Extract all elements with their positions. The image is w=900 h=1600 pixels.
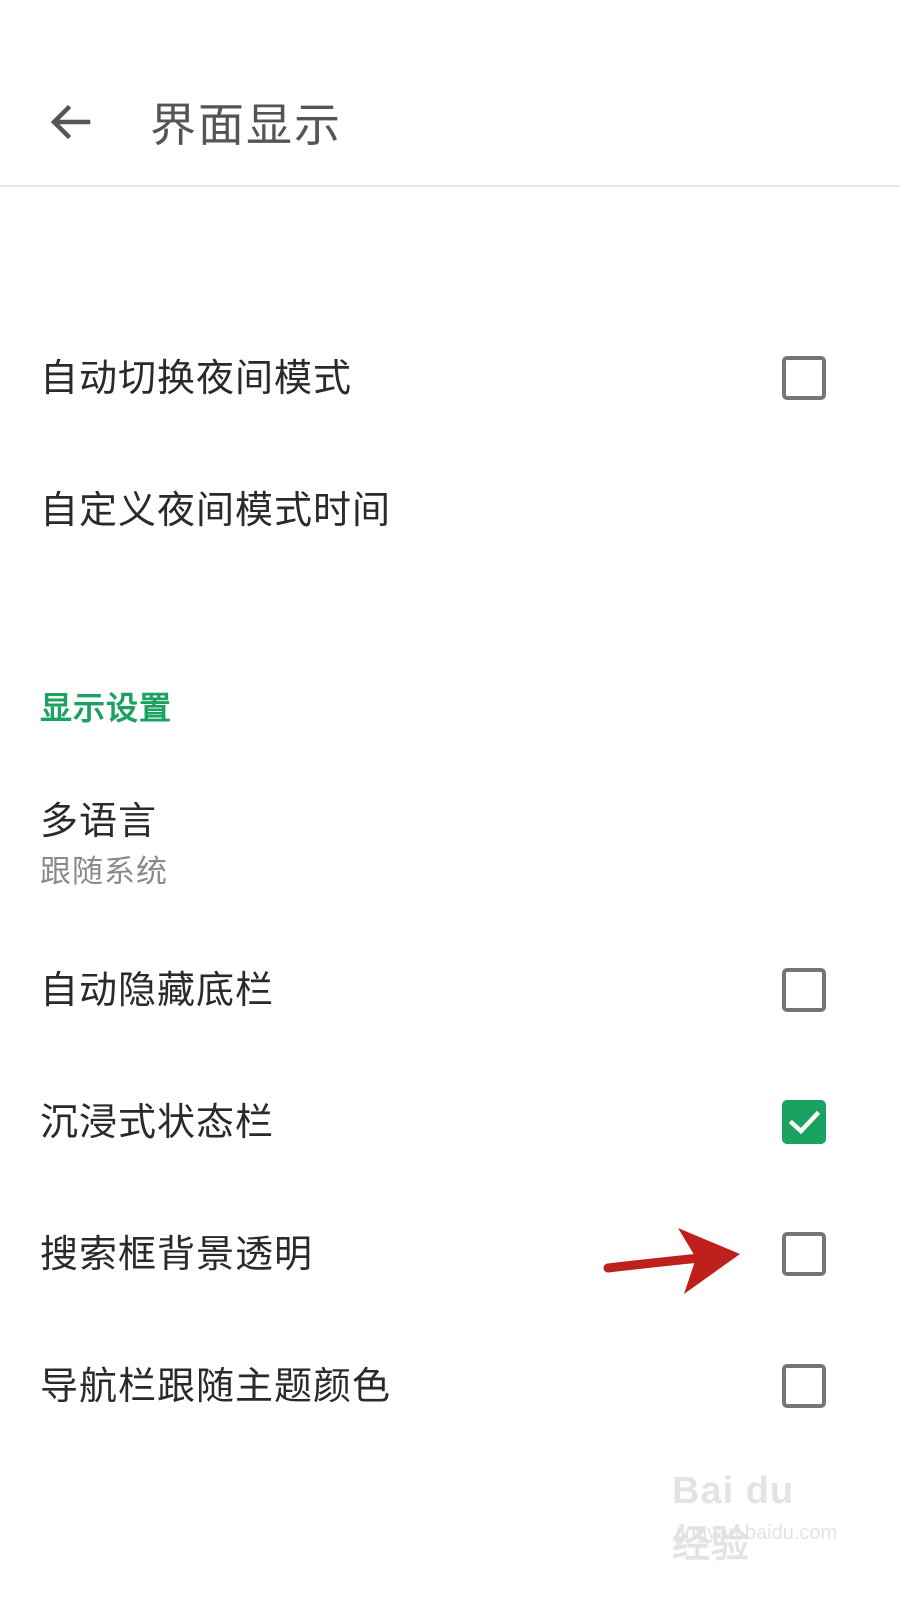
nav-bar-theme-color-checkbox[interactable] [782, 1364, 826, 1408]
settings-page: 界面显示 自动切换夜间模式 自定义夜间模式时间 显示设置 多语言 跟随系统 自动… [0, 0, 900, 1600]
watermark-url: jingyan.baidu.com [676, 1522, 838, 1544]
app-bar: 界面显示 [0, 60, 900, 187]
back-button[interactable] [38, 90, 102, 154]
arrow-left-icon [50, 104, 91, 140]
baidu-jingyan-watermark: Bai du 经验 jingyan.baidu.com [672, 1470, 842, 1566]
custom-night-time-row[interactable]: 自定义夜间模式时间 [0, 450, 900, 570]
status-bar [0, 0, 900, 60]
nav-bar-theme-color-row[interactable]: 导航栏跟随主题颜色 [0, 1326, 900, 1446]
auto-hide-bottom-bar-row[interactable]: 自动隐藏底栏 [0, 930, 900, 1050]
immersive-status-bar-checkbox[interactable] [782, 1100, 826, 1144]
nav-bar-theme-color-label: 导航栏跟随主题颜色 [40, 1364, 392, 1408]
language-value: 跟随系统 [40, 854, 168, 890]
auto-hide-bottom-bar-label: 自动隐藏底栏 [40, 968, 275, 1012]
section-header-display-settings: 显示设置 [40, 689, 173, 727]
auto-night-mode-label: 自动切换夜间模式 [40, 356, 353, 400]
language-row[interactable]: 多语言 跟随系统 [0, 780, 900, 900]
immersive-status-bar-row[interactable]: 沉浸式状态栏 [0, 1062, 900, 1182]
immersive-status-bar-label: 沉浸式状态栏 [40, 1100, 275, 1144]
checkmark-icon [788, 1110, 821, 1135]
custom-night-time-label: 自定义夜间模式时间 [40, 488, 392, 532]
search-box-transparent-row[interactable]: 搜索框背景透明 [0, 1194, 900, 1314]
search-box-transparent-label: 搜索框背景透明 [40, 1232, 314, 1276]
search-box-transparent-checkbox[interactable] [782, 1232, 826, 1276]
auto-hide-bottom-bar-checkbox[interactable] [782, 968, 826, 1012]
auto-night-mode-row[interactable]: 自动切换夜间模式 [0, 318, 900, 438]
language-title: 多语言 [40, 799, 158, 843]
auto-night-mode-checkbox[interactable] [782, 356, 826, 400]
watermark-logo: Bai du 经验 [672, 1470, 795, 1566]
page-title: 界面显示 [150, 98, 342, 152]
